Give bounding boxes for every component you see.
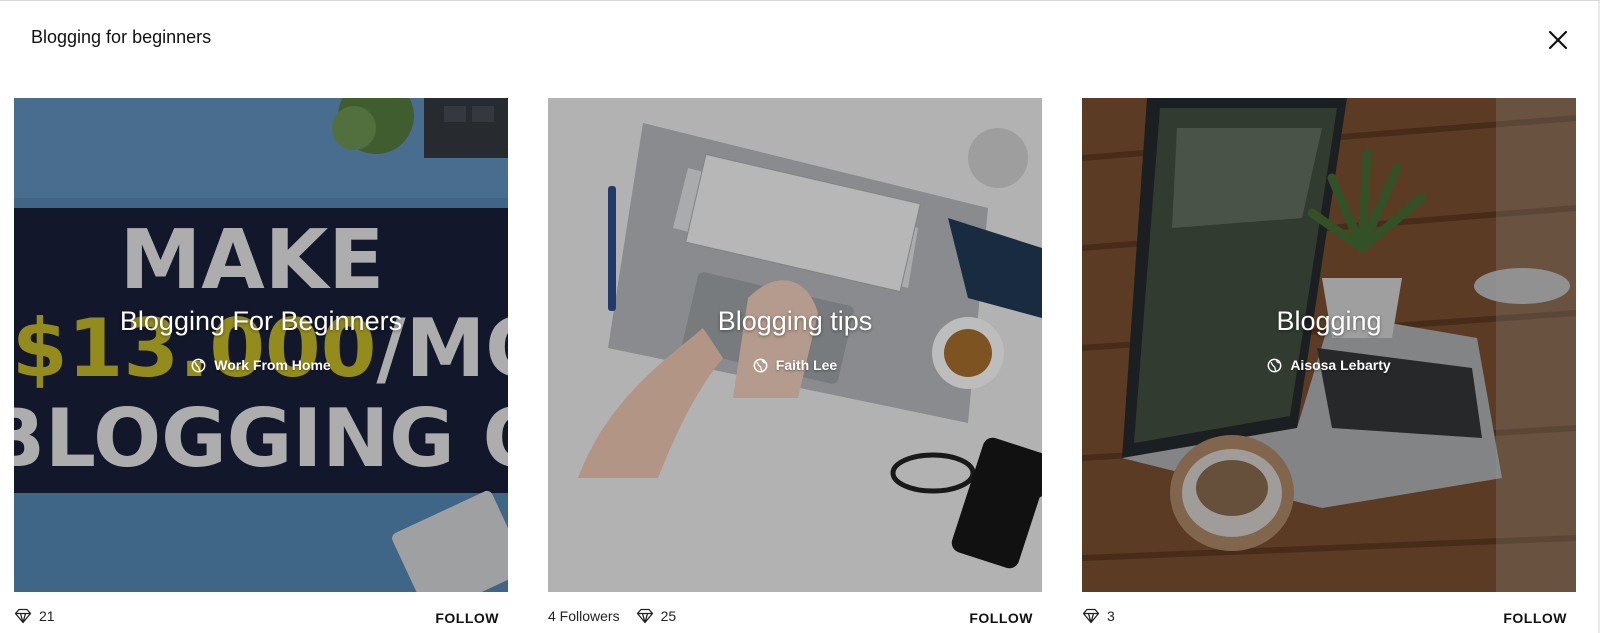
collection-title[interactable]: Blogging — [1082, 306, 1576, 337]
collection-card[interactable]: MAKE $13.000/MONTH BLOGGING ONLINE Blogg… — [14, 98, 508, 626]
modal-title: Blogging for beginners — [31, 27, 212, 47]
close-button[interactable] — [1545, 27, 1571, 53]
collection-author[interactable]: Work From Home — [14, 357, 508, 373]
collection-cover[interactable]: Blogging Aisosa Lebarty — [1082, 98, 1576, 592]
image-overlay — [548, 98, 1042, 592]
globe-icon — [1267, 358, 1282, 373]
likes-count: 21 — [39, 608, 55, 624]
likes-count: 3 — [1107, 608, 1115, 624]
globe-icon — [753, 358, 768, 373]
collection-footer: 3 FOLLOW — [1082, 604, 1576, 628]
diamond-icon — [1082, 608, 1100, 624]
follow-button[interactable]: FOLLOW — [435, 607, 499, 626]
collection-card[interactable]: Blogging tips Faith Lee 4 Followers 25 F… — [548, 98, 1042, 626]
collection-author[interactable]: Aisosa Lebarty — [1082, 357, 1576, 373]
follow-button[interactable]: FOLLOW — [969, 607, 1033, 626]
diamond-icon — [636, 608, 654, 624]
image-overlay — [1082, 98, 1576, 592]
author-name: Faith Lee — [775, 357, 838, 373]
collection-footer: 21 FOLLOW — [14, 604, 508, 628]
collection-footer: 4 Followers 25 FOLLOW — [548, 604, 1042, 628]
author-name: Work From Home — [214, 357, 331, 373]
collection-title[interactable]: Blogging tips — [548, 306, 1042, 337]
author-name: Aisosa Lebarty — [1290, 357, 1391, 373]
close-icon — [1545, 27, 1571, 53]
collection-author[interactable]: Faith Lee — [548, 357, 1042, 373]
likes-count: 25 — [660, 608, 677, 624]
collection-title[interactable]: Blogging For Beginners — [14, 306, 508, 337]
likes-button[interactable]: 21 — [14, 608, 55, 624]
likes-button[interactable]: 3 — [1082, 608, 1115, 624]
collection-cover[interactable]: Blogging tips Faith Lee — [548, 98, 1042, 592]
diamond-icon — [14, 608, 32, 624]
likes-button[interactable]: 25 — [636, 608, 677, 624]
follow-button[interactable]: FOLLOW — [1503, 607, 1567, 626]
collection-card[interactable]: Blogging Aisosa Lebarty 3 FOLLOW — [1082, 98, 1576, 626]
followers-count[interactable]: 4 Followers — [548, 608, 620, 624]
image-overlay — [14, 98, 508, 592]
collection-cover[interactable]: MAKE $13.000/MONTH BLOGGING ONLINE Blogg… — [14, 98, 508, 592]
globe-icon — [191, 358, 206, 373]
